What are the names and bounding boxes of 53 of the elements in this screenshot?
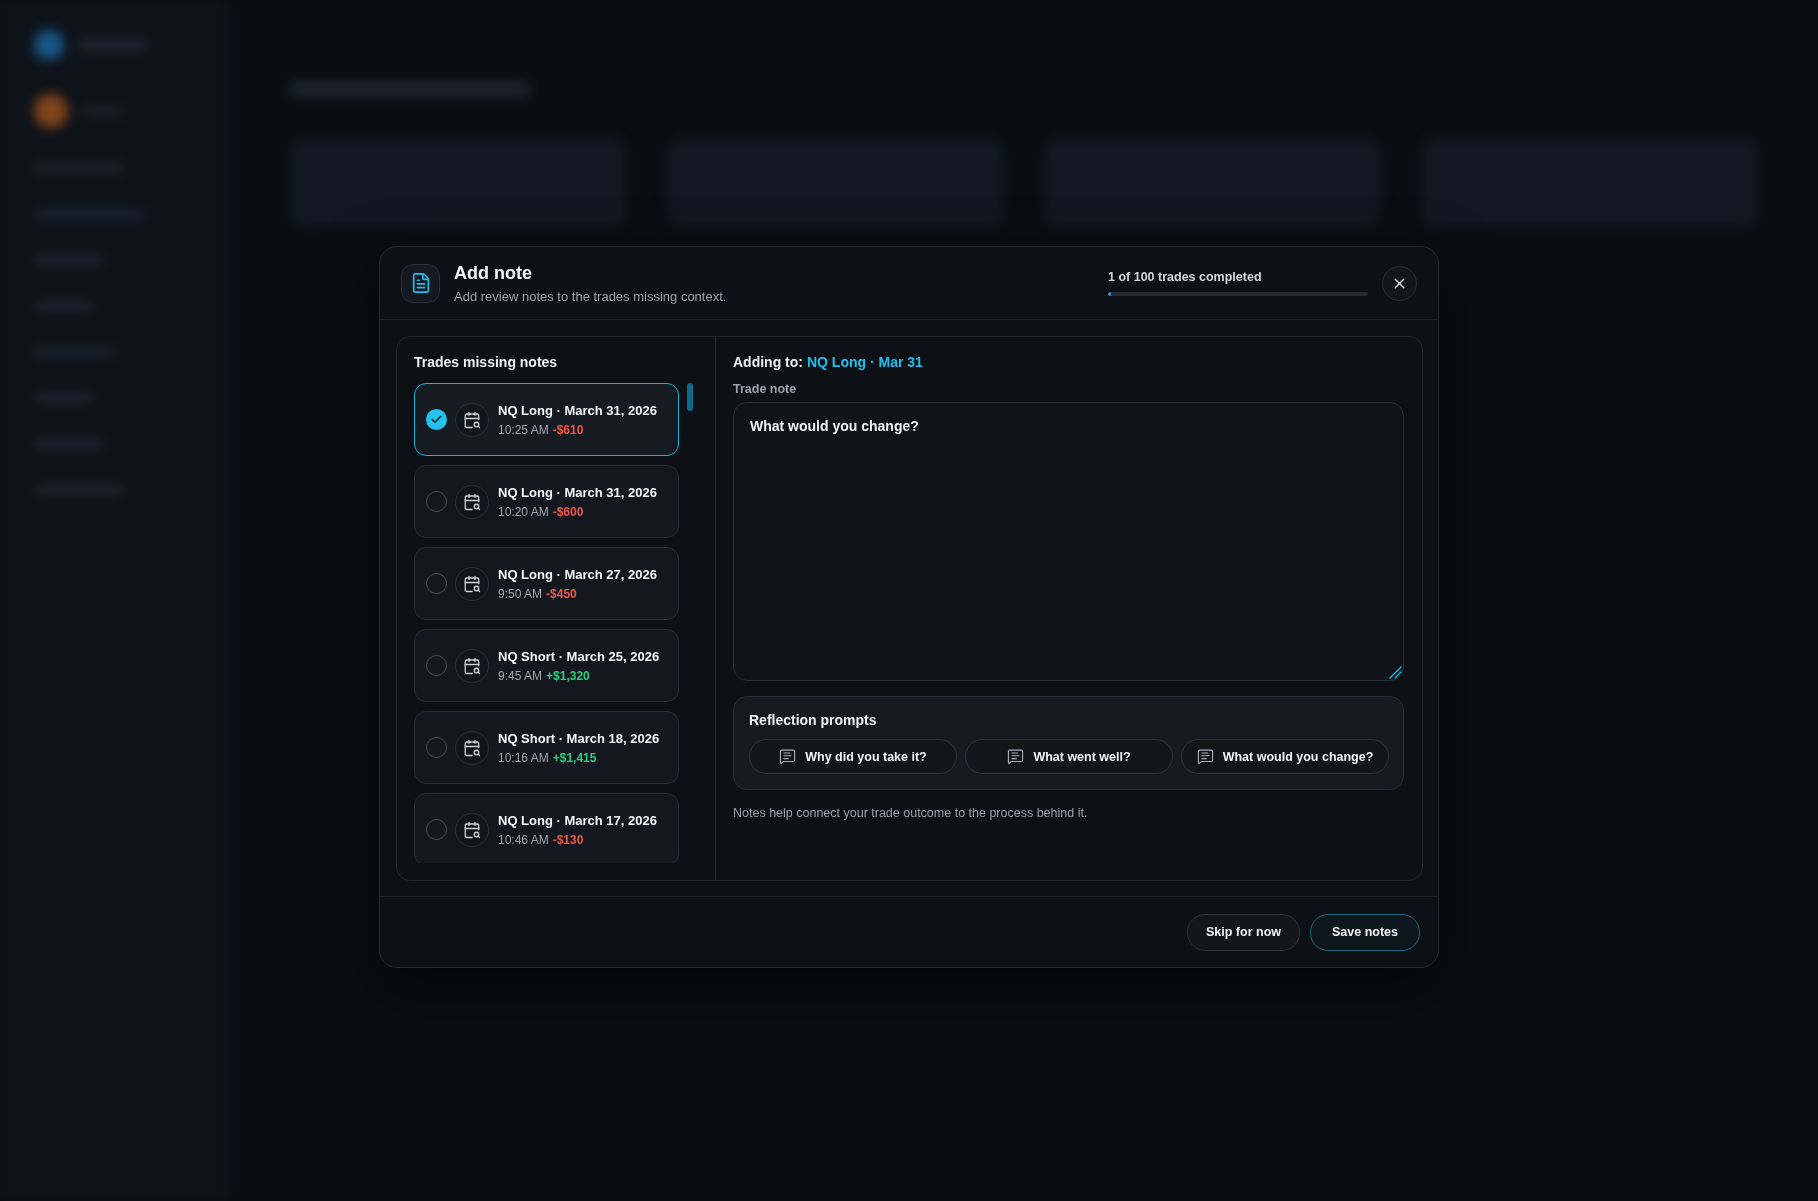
resize-handle-icon[interactable] (1389, 666, 1402, 679)
trade-title: NQ Short · March 25, 2026 (498, 648, 660, 664)
prompt-chip[interactable]: Why did you take it? (749, 739, 957, 774)
trade-list-item[interactable]: NQ Long · March 17, 2026 10:46 AM -$130 (414, 793, 679, 863)
trade-list-item[interactable]: NQ Short · March 18, 2026 10:16 AM +$1,415 (414, 711, 679, 784)
progress-label: 1 of 100 trades completed (1108, 270, 1262, 284)
hint-text: Notes help connect your trade outcome to the process behind it. (733, 806, 1088, 820)
check-circle-icon[interactable] (426, 409, 447, 430)
calendar-search-icon (455, 812, 489, 847)
prompts-title: Reflection prompts (749, 712, 877, 728)
scrollbar-thumb[interactable] (687, 383, 693, 411)
message-icon (1007, 748, 1025, 765)
calendar-search-icon (455, 484, 489, 519)
calendar-search-icon (455, 730, 489, 765)
trade-note-field[interactable]: What would you change? (733, 402, 1404, 681)
trade-title: NQ Long · March 31, 2026 (498, 402, 657, 418)
trade-time: 10:46 AM (498, 832, 549, 847)
trade-title: NQ Short · March 18, 2026 (498, 730, 660, 746)
trade-pnl: +$1,415 (552, 750, 597, 765)
dialog-title: Add note (454, 262, 532, 284)
trade-pnl: -$450 (546, 586, 577, 601)
trade-time: 9:45 AM (498, 668, 543, 683)
adding-to-label: Adding to: (733, 354, 803, 370)
trade-time: 10:20 AM (498, 504, 549, 519)
trade-time: 10:25 AM (498, 422, 549, 437)
field-label: Trade note (733, 382, 797, 396)
trade-title: NQ Long · March 31, 2026 (498, 484, 657, 500)
document-icon (401, 263, 440, 303)
trade-title: NQ Long · March 17, 2026 (498, 812, 657, 828)
trade-list-item[interactable]: NQ Long · March 27, 2026 9:50 AM -$450 (414, 547, 679, 620)
calendar-search-icon (455, 402, 489, 437)
message-icon (779, 748, 797, 765)
trade-time: 10:16 AM (498, 750, 549, 765)
dialog-subtitle: Add review notes to the trades missing context. (454, 288, 727, 304)
save-button[interactable]: Save notes (1310, 913, 1420, 951)
selected-trade-name: NQ Long · Mar 31 (807, 354, 923, 370)
skip-button[interactable]: Skip for now (1187, 913, 1300, 951)
message-icon (1196, 748, 1214, 765)
trade-list-title: Trades missing notes (414, 354, 558, 370)
trade-list-item[interactable]: NQ Short · March 25, 2026 9:45 AM +$1,320 (414, 629, 679, 702)
calendar-search-icon (455, 566, 489, 601)
trade-title: NQ Long · March 27, 2026 (498, 566, 657, 582)
prompt-chip[interactable]: What would you change? (1181, 739, 1389, 774)
trade-pnl: -$130 (552, 832, 584, 847)
close-button[interactable] (1382, 265, 1417, 301)
trade-pnl: +$1,320 (546, 668, 590, 683)
trade-list-item[interactable]: NQ Long · March 31, 2026 10:20 AM -$600 (414, 465, 679, 538)
trade-time: 9:50 AM (498, 586, 543, 601)
trade-list-item[interactable]: NQ Long · March 31, 2026 10:25 AM -$610 (414, 383, 679, 456)
calendar-search-icon (455, 648, 489, 683)
trade-pnl: -$600 (552, 504, 584, 519)
prompt-chip[interactable]: What went well? (965, 739, 1173, 774)
trade-pnl: -$610 (552, 422, 584, 437)
